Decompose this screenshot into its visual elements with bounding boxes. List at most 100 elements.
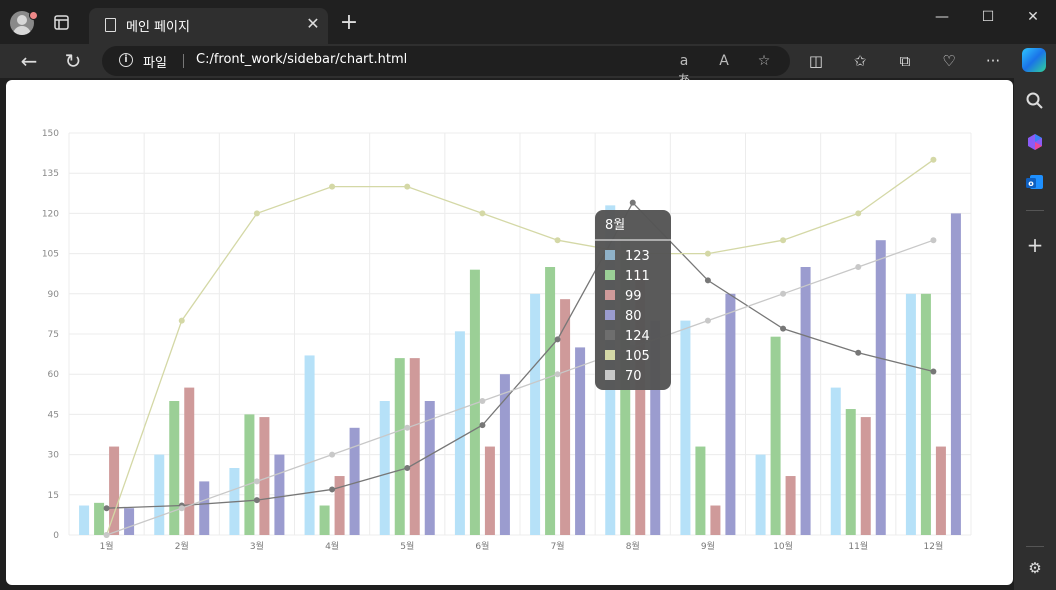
bar xyxy=(184,387,195,535)
line-point xyxy=(329,486,336,493)
profile-notification-dot xyxy=(29,11,38,20)
svg-text:o: o xyxy=(1028,179,1034,188)
y-tick-label: 90 xyxy=(48,290,60,300)
x-tick-label: 8월 xyxy=(626,540,640,552)
x-tick-label: 4월 xyxy=(325,540,339,552)
line-point xyxy=(479,398,486,404)
x-tick-label: 12월 xyxy=(924,540,944,552)
line-point xyxy=(329,451,336,458)
bar xyxy=(484,446,495,535)
line-point xyxy=(329,183,336,190)
x-tick-label: 9월 xyxy=(701,540,715,552)
x-tick-label: 1월 xyxy=(100,540,114,552)
tooltip-swatch xyxy=(605,270,615,280)
url-text[interactable]: C:/front_work/sidebar/chart.html xyxy=(196,52,407,67)
bar xyxy=(800,267,811,535)
line-point xyxy=(103,532,110,538)
bar xyxy=(244,414,255,535)
collections-icon[interactable]: ⧉ xyxy=(893,49,917,73)
x-tick-label: 10월 xyxy=(773,540,793,552)
bar xyxy=(905,293,916,535)
favorites-icon[interactable]: ✩ xyxy=(848,49,872,73)
tooltip-swatch xyxy=(605,310,615,320)
line-point xyxy=(780,290,787,297)
bar xyxy=(394,358,405,535)
more-icon[interactable]: ··· xyxy=(981,49,1005,73)
bar xyxy=(830,387,841,535)
line-point xyxy=(930,368,937,375)
back-arrow-icon[interactable]: ← xyxy=(17,49,41,73)
sidebar-divider xyxy=(1026,546,1044,547)
bar xyxy=(755,454,766,535)
outlook-icon[interactable]: o xyxy=(1023,170,1047,194)
tooltip-swatch xyxy=(605,330,615,340)
refresh-icon[interactable]: ↻ xyxy=(61,49,85,73)
minimize-button[interactable]: — xyxy=(919,6,965,28)
bar xyxy=(920,293,931,535)
bar xyxy=(560,299,571,535)
read-aloud-icon[interactable]: A xyxy=(714,51,734,71)
translate-icon[interactable]: aあ xyxy=(674,51,694,89)
bar xyxy=(530,293,541,535)
tooltip-value: 99 xyxy=(625,289,642,304)
line-point xyxy=(554,371,561,378)
bar xyxy=(124,508,135,535)
bar xyxy=(274,454,285,535)
y-tick-label: 30 xyxy=(48,451,60,461)
tooltip-value: 123 xyxy=(625,249,650,264)
split-screen-icon[interactable]: ◫ xyxy=(804,49,828,73)
tooltip-value: 80 xyxy=(625,309,642,324)
tooltip-value: 111 xyxy=(625,269,650,284)
bar xyxy=(680,320,691,535)
bar xyxy=(499,374,510,535)
line-point xyxy=(855,264,862,270)
x-tick-label: 5월 xyxy=(400,540,414,552)
info-icon[interactable]: i xyxy=(119,53,133,67)
bar xyxy=(94,502,105,535)
star-icon[interactable]: ☆ xyxy=(754,51,774,71)
line-point xyxy=(253,478,260,485)
bar xyxy=(575,347,586,535)
y-tick-label: 150 xyxy=(42,129,59,139)
line-point xyxy=(930,156,937,163)
x-tick-label: 2월 xyxy=(175,540,189,552)
sidebar-divider xyxy=(1026,210,1044,211)
line-point xyxy=(704,277,711,284)
tab-actions-icon[interactable] xyxy=(48,12,74,34)
line-point xyxy=(704,317,711,324)
line-point xyxy=(554,237,561,244)
line-point xyxy=(103,505,110,512)
tooltip-swatch xyxy=(605,290,615,300)
line-point xyxy=(704,250,711,257)
copilot-icon[interactable] xyxy=(1022,48,1046,72)
copilot-sidebar-icon[interactable] xyxy=(1023,130,1047,154)
tooltip-value: 70 xyxy=(625,369,642,384)
search-icon[interactable] xyxy=(1023,89,1047,113)
line-point xyxy=(479,422,486,429)
tab-close-icon[interactable]: ✕ xyxy=(303,14,323,34)
bar xyxy=(935,446,946,535)
bar xyxy=(304,355,315,535)
y-tick-label: 0 xyxy=(53,531,59,541)
line-point xyxy=(780,237,787,244)
plus-icon[interactable]: + xyxy=(338,12,360,34)
tooltip-value: 124 xyxy=(625,329,650,344)
maximize-button[interactable]: ☐ xyxy=(965,6,1011,28)
close-button[interactable]: ✕ xyxy=(1010,6,1056,28)
bar xyxy=(409,358,420,535)
active-tab[interactable]: 메인 페이지 ✕ xyxy=(89,8,328,44)
x-tick-label: 6월 xyxy=(475,540,489,552)
tooltip-title: 8월 xyxy=(605,218,625,233)
navigation-toolbar: ← ↻ i 파일 C:/front_work/sidebar/chart.htm… xyxy=(0,44,1056,89)
bar xyxy=(950,213,961,535)
line-point xyxy=(253,210,260,217)
y-tick-label: 60 xyxy=(48,370,60,380)
settings-icon[interactable]: ⚙ xyxy=(1023,556,1047,580)
line-point xyxy=(404,424,411,431)
add-icon[interactable]: + xyxy=(1023,233,1047,257)
address-bar[interactable]: i 파일 C:/front_work/sidebar/chart.html aあ… xyxy=(102,46,790,89)
bar xyxy=(785,476,796,535)
line-point xyxy=(780,325,787,332)
heart-pulse-icon[interactable]: ♡ xyxy=(937,49,961,73)
line-point xyxy=(178,317,185,324)
